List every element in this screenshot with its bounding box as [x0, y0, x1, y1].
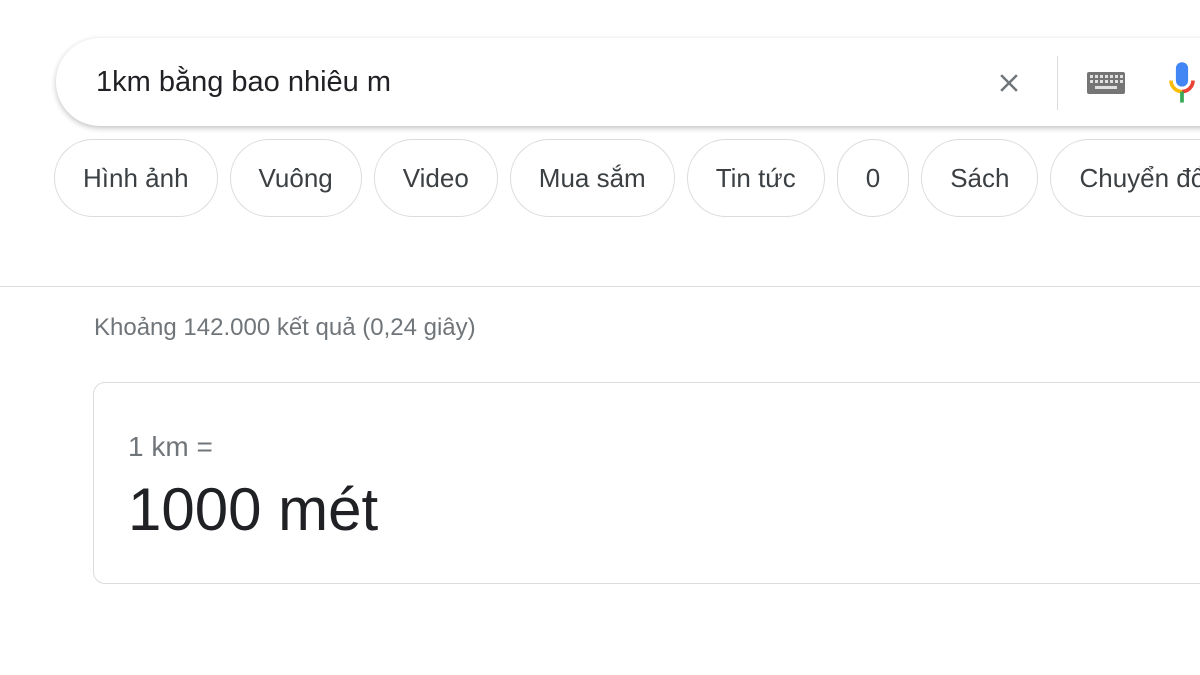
search-input[interactable] [96, 60, 956, 104]
answer-result-value: 1000 mét [128, 476, 379, 543]
search-filter-chips: Hình ảnh Vuông Video Mua sắm Tin tức 0 S… [54, 139, 1200, 217]
search-results-page: Hình ảnh Vuông Video Mua sắm Tin tức 0 S… [0, 0, 1200, 675]
result-stats: Khoảng 142.000 kết quả (0,24 giây) [94, 314, 476, 341]
chip-images[interactable]: Hình ảnh [54, 139, 218, 217]
microphone-icon [1169, 62, 1195, 103]
chip-zero[interactable]: 0 [836, 139, 910, 217]
chip-news[interactable]: Tin tức [686, 139, 825, 217]
header-divider [0, 286, 1200, 287]
voice-search-button[interactable] [1162, 58, 1200, 108]
chip-square[interactable]: Vuông [229, 139, 362, 217]
answer-source-value: 1 km = [128, 431, 213, 462]
chip-books[interactable]: Sách [921, 139, 1039, 217]
clear-search-button[interactable] [988, 62, 1030, 104]
search-bar-divider [1057, 56, 1058, 110]
close-icon [1000, 74, 1018, 92]
chip-shopping[interactable]: Mua sắm [509, 139, 675, 217]
keyboard-button[interactable] [1082, 64, 1130, 102]
search-bar[interactable] [56, 38, 1200, 126]
chip-convert[interactable]: Chuyển đổi [1050, 139, 1200, 217]
keyboard-icon [1087, 72, 1125, 94]
chip-video[interactable]: Video [373, 139, 498, 217]
unit-converter-answer-card: 1 km = 1000 mét [93, 382, 1200, 584]
